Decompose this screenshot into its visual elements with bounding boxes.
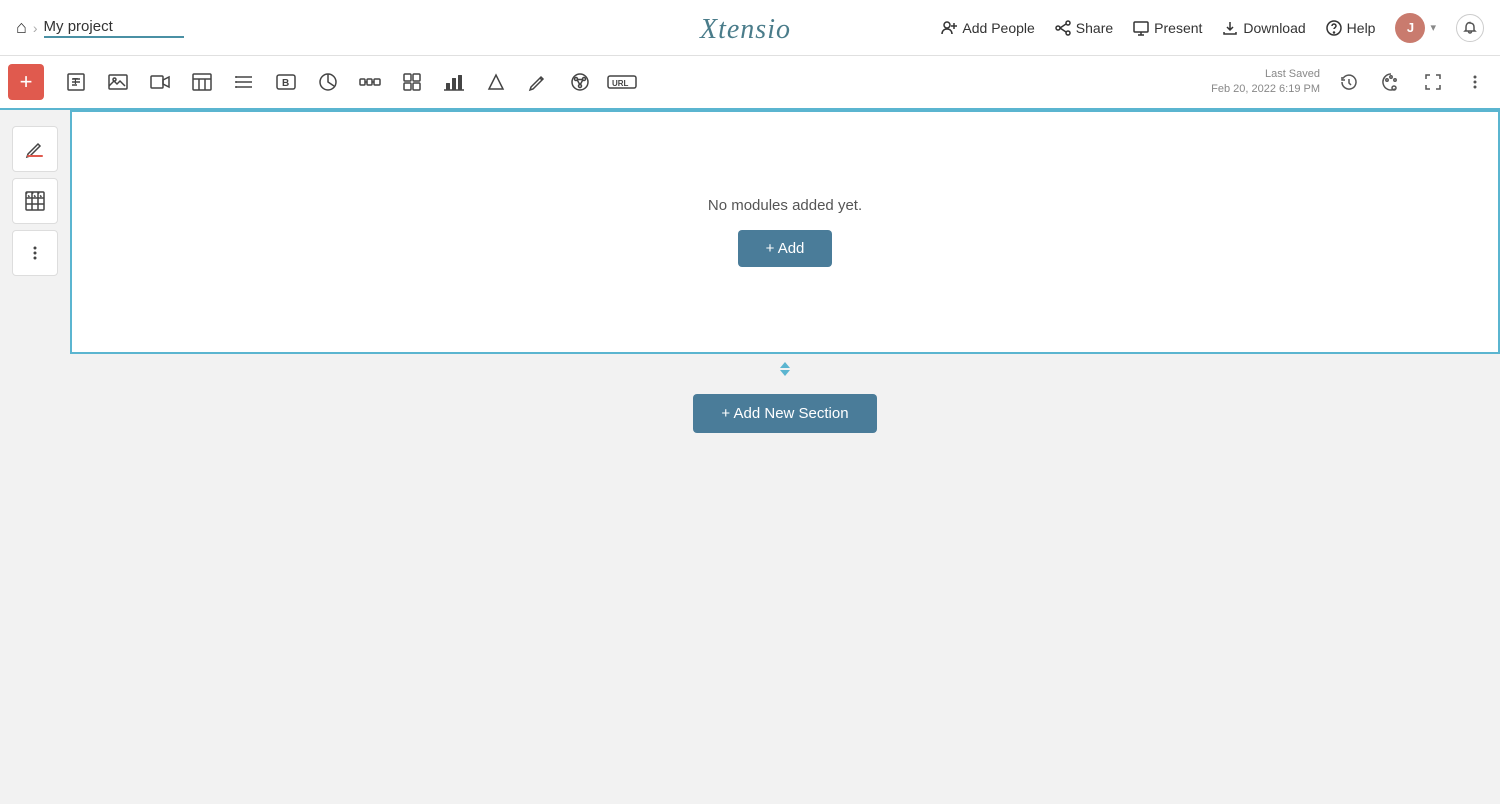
list-tool-button[interactable]	[224, 62, 264, 102]
social-tool-button[interactable]	[560, 62, 600, 102]
last-saved-label: Last Saved	[1211, 67, 1320, 82]
toolbar-right-icons	[1332, 65, 1492, 99]
home-icon[interactable]: ⌂	[16, 17, 27, 38]
present-button[interactable]: Present	[1133, 20, 1202, 36]
avatar-chevron: ▾	[1430, 21, 1436, 34]
last-saved-info: Last Saved Feb 20, 2022 6:19 PM	[1211, 67, 1320, 98]
section-content: No modules added yet. + Add	[72, 112, 1498, 352]
fullscreen-button[interactable]	[1416, 65, 1450, 99]
svg-text:Xtensio: Xtensio	[699, 14, 791, 45]
svg-text:URL: URL	[612, 79, 629, 88]
user-avatar[interactable]: J	[1395, 13, 1425, 43]
text-tool-button[interactable]: T	[56, 62, 96, 102]
pattern-button[interactable]	[12, 178, 58, 224]
top-nav: ⌂ › My project Xtensio Add People	[0, 0, 1500, 56]
nav-left: ⌂ › My project	[16, 17, 750, 38]
toolbar: + T	[0, 56, 1500, 110]
toolbar-right: Last Saved Feb 20, 2022 6:19 PM	[1211, 65, 1492, 99]
canvas-area: No modules added yet. + Add + Add New Se…	[70, 110, 1500, 804]
help-label: Help	[1347, 20, 1376, 36]
fill-color-button[interactable]	[12, 126, 58, 172]
share-button[interactable]: Share	[1055, 20, 1113, 36]
svg-text:T: T	[73, 77, 78, 86]
add-module-button[interactable]: + Add	[738, 230, 833, 267]
resize-arrows	[778, 361, 792, 377]
section-divider[interactable]	[70, 354, 1500, 384]
button-tool-button[interactable]: B	[266, 62, 306, 102]
notification-bell[interactable]	[1456, 14, 1484, 42]
project-title[interactable]: My project	[44, 18, 184, 38]
url-tool-button[interactable]: URL	[602, 62, 642, 102]
download-button[interactable]: Download	[1222, 20, 1305, 36]
no-modules-text: No modules added yet.	[708, 197, 862, 214]
add-section-area: + Add New Section	[70, 384, 1500, 443]
help-button[interactable]: Help	[1326, 20, 1376, 36]
more-panel-options-button[interactable]	[12, 230, 58, 276]
app-logo: Xtensio	[695, 10, 805, 46]
main-content: No modules added yet. + Add + Add New Se…	[0, 110, 1500, 804]
breadcrumb-chevron: ›	[33, 20, 38, 36]
video-tool-button[interactable]	[140, 62, 180, 102]
add-people-button[interactable]: Add People	[941, 20, 1034, 36]
tool-buttons: T	[56, 62, 1207, 102]
last-saved-date: Feb 20, 2022 6:19 PM	[1211, 82, 1320, 97]
share-label: Share	[1076, 20, 1113, 36]
left-panel	[0, 110, 70, 804]
add-new-section-button[interactable]: + Add New Section	[693, 394, 876, 433]
image-tool-button[interactable]	[98, 62, 138, 102]
pie-chart-tool-button[interactable]	[308, 62, 348, 102]
page-section: No modules added yet. + Add	[70, 110, 1500, 354]
svg-text:B: B	[282, 78, 289, 89]
palette-button[interactable]	[1374, 65, 1408, 99]
layers-tool-button[interactable]	[392, 62, 432, 102]
avatar-button[interactable]: J ▾	[1395, 13, 1436, 43]
table-tool-button[interactable]	[182, 62, 222, 102]
signature-tool-button[interactable]	[518, 62, 558, 102]
present-label: Present	[1154, 20, 1202, 36]
history-button[interactable]	[1332, 65, 1366, 99]
add-people-label: Add People	[962, 20, 1034, 36]
more-options-button[interactable]	[1458, 65, 1492, 99]
nav-right: Add People Share Present	[750, 13, 1484, 43]
add-content-button[interactable]: +	[8, 64, 44, 100]
bar-chart-tool-button[interactable]	[434, 62, 474, 102]
process-tool-button[interactable]	[350, 62, 390, 102]
shape-tool-button[interactable]	[476, 62, 516, 102]
download-label: Download	[1243, 20, 1305, 36]
